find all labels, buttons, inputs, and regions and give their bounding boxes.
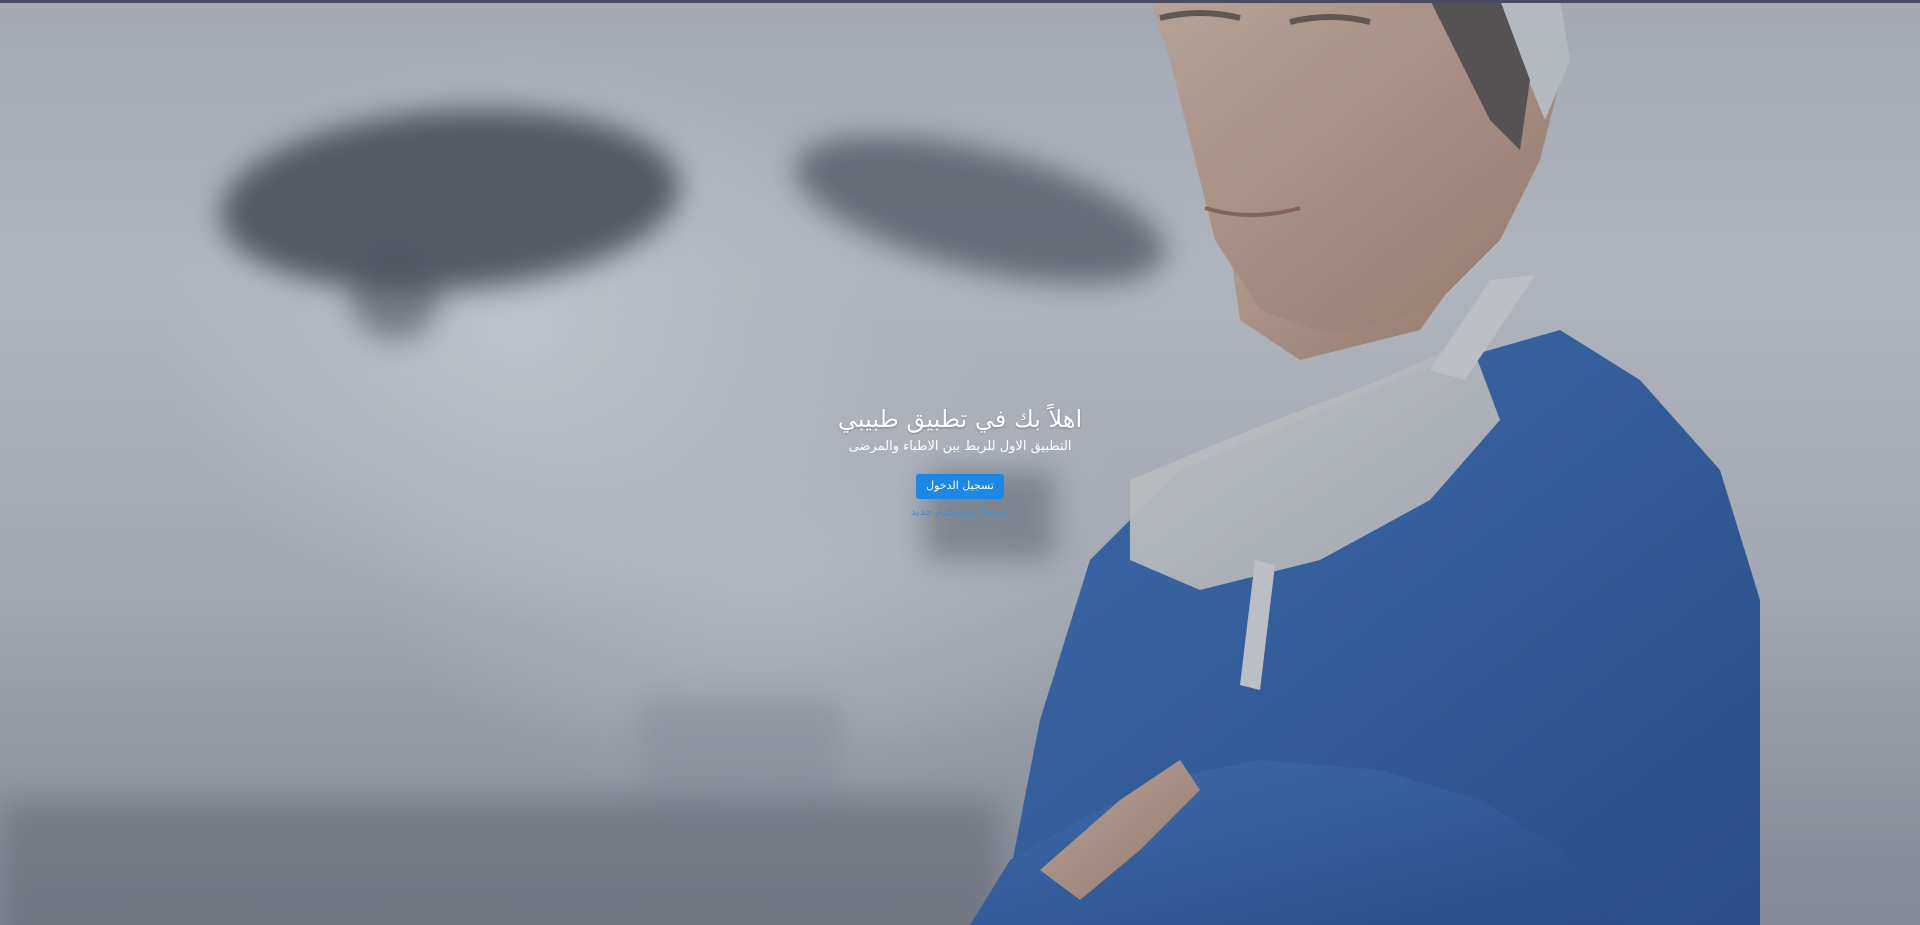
hero-section: اهلاً بك في تطبيق طبيبي التطبيق الاول لل…	[660, 402, 1260, 519]
hero-subtitle: التطبيق الاول للربط بين الاطباء والمرضى	[848, 439, 1072, 454]
top-strip	[0, 0, 1920, 3]
hero-title: اهلاً بك في تطبيق طبيبي	[837, 405, 1083, 433]
login-button[interactable]: تسجيل الدخول	[916, 474, 1004, 499]
landing-page: اهلاً بك في تطبيق طبيبي التطبيق الاول لل…	[0, 0, 1920, 925]
register-link[interactable]: تسجيل مستخدم جديد	[660, 505, 1260, 519]
